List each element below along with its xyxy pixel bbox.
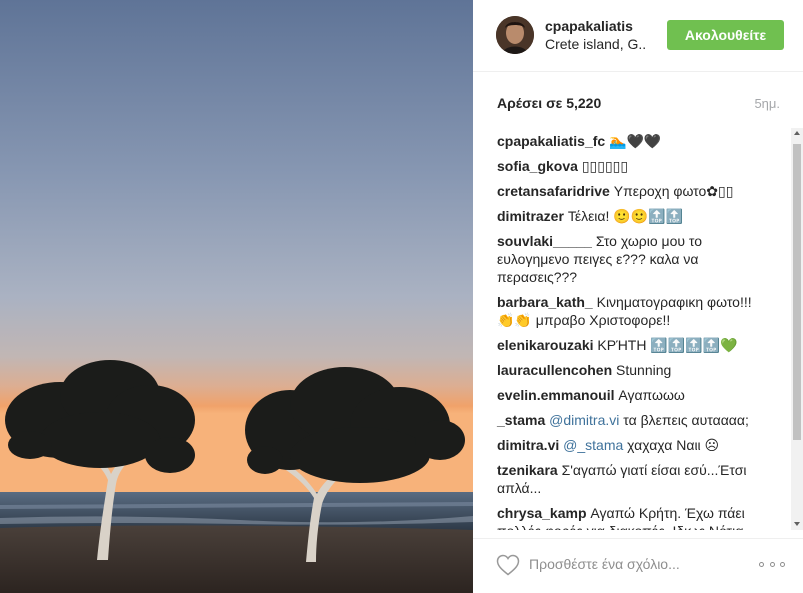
avatar-image: [496, 16, 534, 54]
comment-text: Αγαπωωω: [618, 387, 685, 403]
location-link[interactable]: Crete island, G..: [545, 36, 646, 52]
comment-text: 🏊🖤🖤: [609, 133, 662, 149]
comment-user[interactable]: _stama: [497, 412, 545, 428]
comment-input[interactable]: [529, 552, 749, 576]
comment-text: Τέλεια! 🙂🙂🔝🔝: [567, 208, 684, 224]
heart-outline-icon[interactable]: [496, 554, 520, 576]
comment-user[interactable]: lauracullencohen: [497, 362, 612, 378]
more-options-icon[interactable]: [759, 555, 785, 573]
post-header: cpapakaliatis Crete island, G.. Ακολουθε…: [473, 0, 803, 72]
comment-text: τα βλεπεις αυταααα;: [623, 412, 749, 428]
comment-item: cpapakaliatis_fc 🏊🖤🖤: [497, 132, 772, 150]
comment-item: dimitra.vi @_stama χαχαχα Ναιι ☹: [497, 436, 772, 454]
comment-user[interactable]: chrysa_kamp: [497, 505, 587, 521]
comment-item: souvlaki_____ Στο χωριο μου το ευλογημεν…: [497, 232, 772, 286]
comment-item: tzenikara Σ'αγαπώ γιατί είσαι εσύ...Έτσι…: [497, 461, 772, 497]
comment-item: evelin.emmanouil Αγαπωωω: [497, 386, 772, 404]
comment-item: _stama @dimitra.vi τα βλεπεις αυταααα;: [497, 411, 772, 429]
comment-user[interactable]: evelin.emmanouil: [497, 387, 614, 403]
likes-row: Αρέσει σε 5,220 5ημ.: [473, 72, 803, 128]
dot: [769, 561, 775, 567]
comment-mention[interactable]: @_stama: [563, 437, 623, 453]
comment-text: χαχαχα Ναιι ☹: [627, 437, 720, 453]
post-footer: [473, 538, 803, 593]
comment-user[interactable]: cretansafaridrive: [497, 183, 610, 199]
sunset-trees-image: [0, 0, 473, 593]
comment-item: chrysa_kamp Αγαπώ Κρήτη. Έχω πάει πολλές…: [497, 504, 772, 530]
username-link[interactable]: cpapakaliatis: [545, 18, 633, 34]
following-button[interactable]: Ακολουθείτε: [667, 20, 784, 50]
comment-item: cretansafaridrive Υπεροχη φωτο✿▯▯: [497, 182, 772, 200]
comment-mention[interactable]: @dimitra.vi: [549, 412, 619, 428]
comment-item: elenikarouzaki ΚΡΉΤΗ 🔝🔝🔝🔝💚: [497, 336, 772, 354]
post-details-panel: cpapakaliatis Crete island, G.. Ακολουθε…: [473, 0, 803, 593]
comment-user[interactable]: elenikarouzaki: [497, 337, 594, 353]
likes-count[interactable]: Αρέσει σε 5,220: [497, 95, 601, 111]
comment-text: Υπεροχη φωτο✿▯▯: [613, 183, 734, 199]
avatar[interactable]: [496, 16, 534, 54]
comment-user[interactable]: dimitra.vi: [497, 437, 559, 453]
comment-user[interactable]: tzenikara: [497, 462, 558, 478]
comment-item: dimitrazer Τέλεια! 🙂🙂🔝🔝: [497, 207, 772, 225]
comment-user[interactable]: cpapakaliatis_fc: [497, 133, 605, 149]
comment-item: barbara_kath_ Κινηματογραφικη φωτο!!! 👏👏…: [497, 293, 772, 329]
comment-text: Stunning: [616, 362, 672, 378]
comment-user[interactable]: souvlaki_____: [497, 233, 592, 249]
comment-item: sofia_gkova ▯▯▯▯▯▯: [497, 157, 772, 175]
comment-user[interactable]: barbara_kath_: [497, 294, 593, 310]
comment-user[interactable]: dimitrazer: [497, 208, 564, 224]
post-time[interactable]: 5ημ.: [754, 96, 780, 111]
comments-list[interactable]: cpapakaliatis_fc 🏊🖤🖤 sofia_gkova ▯▯▯▯▯▯ …: [473, 128, 791, 530]
comment-item: lauracullencohen Stunning: [497, 361, 772, 379]
comment-text: ▯▯▯▯▯▯: [581, 158, 629, 174]
scrollbar-thumb[interactable]: [793, 144, 801, 440]
post-photo[interactable]: [0, 0, 473, 593]
comments-scrollbar[interactable]: [791, 128, 803, 530]
comment-text: ΚΡΉΤΗ 🔝🔝🔝🔝💚: [597, 337, 738, 353]
dot: [780, 561, 785, 567]
comment-user[interactable]: sofia_gkova: [497, 158, 578, 174]
scroll-down-arrow-icon[interactable]: [794, 522, 800, 526]
scroll-up-arrow-icon[interactable]: [794, 131, 800, 135]
dot: [759, 561, 764, 567]
